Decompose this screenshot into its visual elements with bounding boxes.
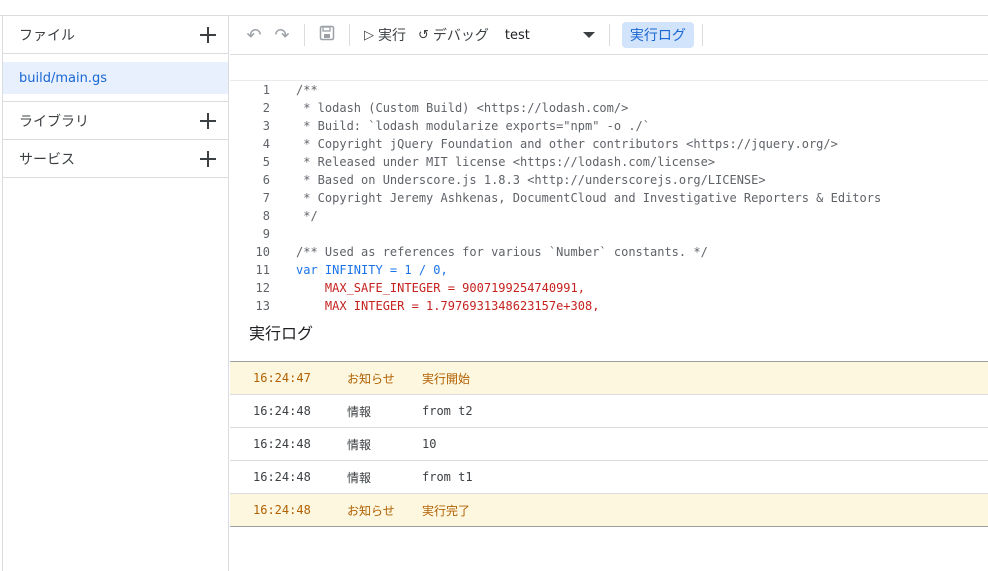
line-code: /**	[296, 83, 318, 97]
code-line: 4 * Copyright jQuery Foundation and othe…	[230, 135, 988, 153]
execution-log-title: 実行ログ	[249, 324, 314, 343]
execution-log-panel: 実行ログ 16:24:47 お知らせ 実行開始 16:24:48 情報 from…	[230, 311, 988, 571]
libraries-label: ライブラリ	[19, 113, 89, 130]
line-code: MAX_INTEGER = 1.7976931348623157e+308,	[296, 299, 600, 311]
code-line: 7 * Copyright Jeremy Ashkenas, DocumentC…	[230, 189, 988, 207]
log-time: 16:24:48	[253, 503, 311, 517]
line-number: 1	[262, 83, 270, 97]
editor-toolbar: ↶ ↷ ▷ 実行 ↺ デバッグ test 実行ログ	[230, 16, 988, 55]
log-row: 16:24:48 情報 from t2	[230, 395, 988, 428]
line-code: MAX_SAFE_INTEGER = 9007199254740991,	[296, 281, 585, 295]
file-list: build/main.gs	[3, 54, 228, 102]
code-line: 1 /**	[230, 81, 988, 99]
line-number: 13	[255, 299, 270, 311]
code-line: 12 MAX_SAFE_INTEGER = 9007199254740991,	[230, 279, 988, 297]
code-line: 10 /** Used as references for various `N…	[230, 243, 988, 261]
log-message: 10	[422, 437, 437, 451]
line-code: * Copyright Jeremy Ashkenas, DocumentClo…	[296, 191, 882, 205]
log-row: 16:24:47 お知らせ 実行開始	[230, 362, 988, 395]
line-number: 12	[255, 281, 270, 295]
execution-log-list: 16:24:47 お知らせ 実行開始 16:24:48 情報 from t2 1…	[230, 361, 988, 527]
line-code: * Build: `lodash modularize exports="npm…	[296, 119, 651, 133]
code-line: 13 MAX_INTEGER = 1.7976931348623157e+308…	[230, 297, 988, 311]
add-file-plus-icon[interactable]	[198, 25, 218, 45]
line-number: 7	[262, 191, 270, 205]
file-item-main-gs[interactable]: build/main.gs	[3, 62, 228, 94]
debug-icon: ↺	[418, 27, 429, 43]
log-time: 16:24:48	[253, 437, 311, 451]
files-label: ファイル	[19, 27, 75, 44]
log-message: 実行開始	[422, 371, 471, 386]
caret-down-icon	[582, 32, 595, 38]
debug-label: デバッグ	[432, 28, 489, 44]
code-line: 11 var INFINITY = 1 / 0,	[230, 261, 988, 279]
line-code: */	[296, 209, 318, 223]
redo-icon[interactable]: ↷	[268, 25, 296, 46]
libraries-section-header: ライブラリ	[3, 102, 228, 140]
line-code: /** Used as references for various `Numb…	[296, 245, 708, 259]
log-level: 情報	[347, 470, 372, 485]
code-lines: 1 /** 2 * lodash (Custom Build) <https:/…	[230, 80, 988, 311]
run-button[interactable]: ▷ 実行	[358, 21, 412, 49]
line-code: * lodash (Custom Build) <https://lodash.…	[296, 101, 629, 115]
log-row: 16:24:48 情報 10	[230, 428, 988, 461]
line-code: * Based on Underscore.js 1.8.3 <http://u…	[296, 173, 766, 187]
save-icon[interactable]	[313, 25, 341, 46]
log-level: 情報	[347, 404, 372, 419]
line-number: 3	[262, 119, 270, 133]
code-line: 8 */	[230, 207, 988, 225]
files-section-header: ファイル	[3, 16, 228, 54]
function-select[interactable]: test	[495, 28, 601, 43]
log-level: 情報	[347, 437, 372, 452]
add-library-plus-icon[interactable]	[198, 111, 218, 131]
line-number: 9	[262, 227, 270, 241]
code-line: 9	[230, 225, 988, 243]
sidebar: ファイル build/main.gs ライブラリ サービス	[2, 16, 229, 571]
log-time: 16:24:47	[253, 371, 311, 385]
line-number: 6	[262, 173, 270, 187]
undo-icon[interactable]: ↶	[240, 25, 268, 46]
debug-button[interactable]: ↺ デバッグ	[412, 21, 495, 49]
code-line: 3 * Build: `lodash modularize exports="n…	[230, 117, 988, 135]
log-level: お知らせ	[347, 503, 395, 518]
toolbar-divider	[304, 24, 305, 46]
line-number: 4	[262, 137, 270, 151]
toolbar-divider	[701, 24, 703, 46]
line-number: 10	[255, 245, 270, 259]
services-section-header: サービス	[3, 140, 228, 178]
function-select-value: test	[504, 27, 530, 43]
line-number: 2	[262, 101, 270, 115]
code-editor[interactable]: 1 /** 2 * lodash (Custom Build) <https:/…	[230, 56, 988, 311]
line-number: 8	[262, 209, 270, 223]
line-number: 11	[255, 263, 270, 277]
execution-log-toggle[interactable]: 実行ログ	[621, 22, 694, 48]
log-level: お知らせ	[347, 371, 395, 386]
log-row: 16:24:48 情報 from t1	[230, 461, 988, 494]
run-label: 実行	[378, 28, 406, 44]
line-code: * Released under MIT license <https://lo…	[296, 155, 716, 169]
toolbar-divider	[349, 24, 350, 46]
top-bar	[0, 0, 988, 16]
log-time: 16:24:48	[253, 404, 311, 418]
toolbar-divider	[608, 24, 610, 46]
line-code: * Copyright jQuery Foundation and other …	[296, 137, 838, 151]
services-label: サービス	[19, 151, 75, 168]
code-line: 5 * Released under MIT license <https://…	[230, 153, 988, 171]
play-icon: ▷	[364, 27, 374, 43]
log-message: 実行完了	[422, 503, 471, 518]
add-service-plus-icon[interactable]	[198, 149, 218, 169]
log-message: from t2	[422, 404, 473, 418]
log-row: 16:24:48 お知らせ 実行完了	[230, 494, 988, 527]
log-time: 16:24:48	[253, 470, 311, 484]
code-line: 2 * lodash (Custom Build) <https://lodas…	[230, 99, 988, 117]
line-code: var INFINITY = 1 / 0,	[296, 263, 448, 277]
log-message: from t1	[422, 470, 473, 484]
code-line: 6 * Based on Underscore.js 1.8.3 <http:/…	[230, 171, 988, 189]
line-number: 5	[262, 155, 270, 169]
